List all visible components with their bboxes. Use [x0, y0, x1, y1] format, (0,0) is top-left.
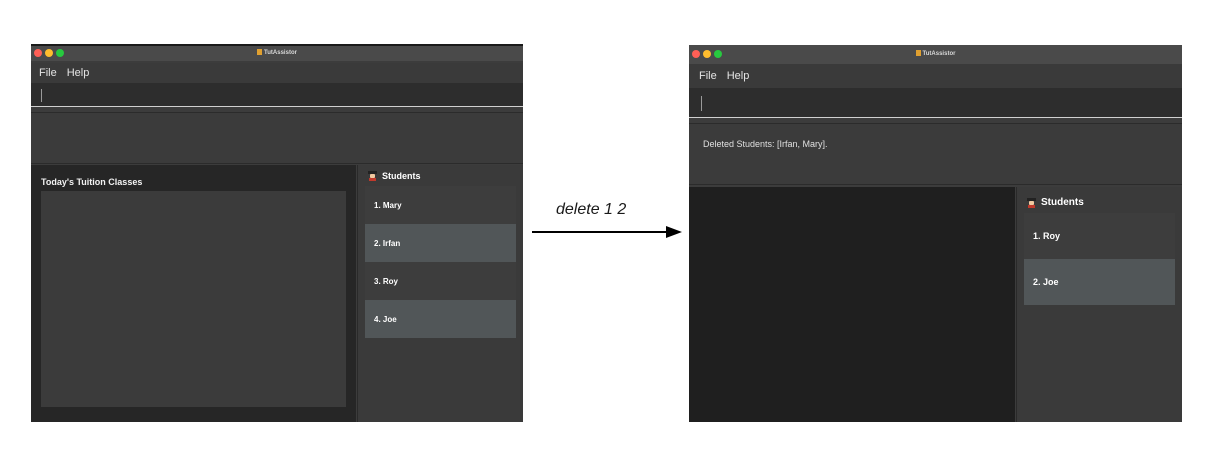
- students-header: Students: [1027, 197, 1084, 208]
- window-title: TutAssistor: [31, 49, 523, 56]
- result-text: Deleted Students: [Irfan, Mary].: [703, 139, 828, 149]
- title-bar: TutAssistor: [689, 45, 1182, 64]
- command-input[interactable]: [689, 88, 1182, 118]
- student-icon: [1027, 197, 1036, 208]
- result-display: Deleted Students: [Irfan, Mary].: [689, 123, 1182, 185]
- transition-arrow: [532, 226, 682, 238]
- student-card[interactable]: 3. Roy: [365, 262, 516, 300]
- students-panel: Students 1. Roy 2. Joe: [1016, 187, 1182, 422]
- tuition-classes-panel: Today's Tuition Classes: [31, 165, 356, 422]
- menu-help[interactable]: Help: [727, 64, 750, 88]
- title-bar: TutAssistor: [31, 44, 523, 61]
- menu-file[interactable]: File: [39, 63, 57, 83]
- students-title: Students: [1041, 197, 1084, 208]
- student-card[interactable]: 2. Irfan: [365, 224, 516, 262]
- students-list[interactable]: 1. Mary 2. Irfan 3. Roy 4. Joe: [365, 186, 516, 338]
- tuition-classes-panel: [689, 187, 1015, 422]
- menu-help[interactable]: Help: [67, 63, 90, 83]
- students-panel: Students 1. Mary 2. Irfan 3. Roy 4. Joe: [357, 165, 523, 422]
- result-display: [31, 112, 523, 164]
- app-icon: [257, 49, 263, 55]
- student-card[interactable]: 4. Joe: [365, 300, 516, 338]
- students-title: Students: [382, 171, 421, 181]
- command-input[interactable]: [31, 83, 523, 107]
- student-icon: [368, 171, 377, 181]
- tuition-classes-title: Today's Tuition Classes: [41, 177, 143, 187]
- after-window: TutAssistor File Help Deleted Students: …: [689, 45, 1182, 422]
- text-caret: [41, 89, 42, 102]
- app-icon: [915, 50, 921, 56]
- tuition-classes-list[interactable]: [41, 191, 346, 407]
- students-list[interactable]: 1. Roy 2. Joe: [1024, 213, 1175, 305]
- student-card[interactable]: 1. Roy: [1024, 213, 1175, 259]
- student-card[interactable]: 1. Mary: [365, 186, 516, 224]
- before-window: TutAssistor File Help Today's Tuition Cl…: [31, 44, 523, 422]
- menu-bar: File Help: [31, 63, 523, 83]
- students-header: Students: [368, 171, 421, 181]
- text-caret: [701, 96, 702, 111]
- menu-file[interactable]: File: [699, 64, 717, 88]
- menu-bar: File Help: [689, 64, 1182, 88]
- command-label: delete 1 2: [556, 201, 627, 218]
- window-title: TutAssistor: [689, 50, 1182, 57]
- student-card[interactable]: 2. Joe: [1024, 259, 1175, 305]
